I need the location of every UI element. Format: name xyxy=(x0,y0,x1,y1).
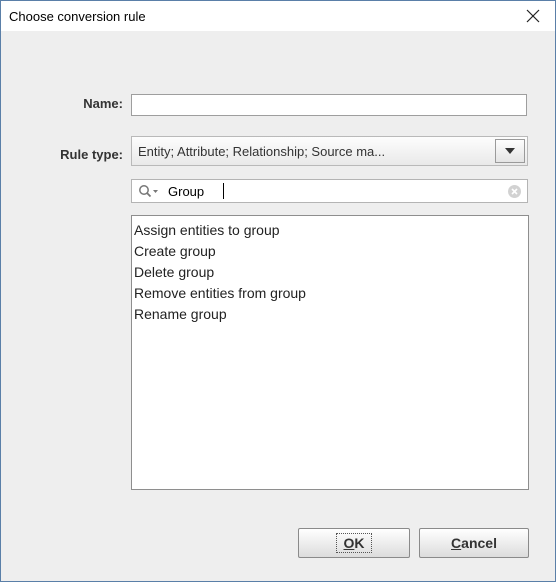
search-icon[interactable] xyxy=(138,184,160,200)
ok-label-rest: K xyxy=(354,535,365,551)
dialog-title: Choose conversion rule xyxy=(9,9,146,24)
ok-button[interactable]: OK xyxy=(298,528,410,558)
title-bar: Choose conversion rule xyxy=(1,1,555,31)
rule-type-value: Entity; Attribute; Relationship; Source … xyxy=(138,144,386,159)
ok-mnemonic: O xyxy=(343,535,355,551)
close-icon xyxy=(526,9,540,23)
search-input[interactable]: Group xyxy=(168,184,204,199)
rule-list[interactable]: Assign entities to group Create group De… xyxy=(131,215,529,490)
cancel-label-rest: ancel xyxy=(461,535,497,551)
choose-conversion-rule-dialog: Choose conversion rule Name: Rule type: … xyxy=(0,0,556,582)
list-item[interactable]: Rename group xyxy=(134,304,227,324)
ok-button-label: OK xyxy=(336,533,372,553)
cancel-button-label: Cancel xyxy=(451,535,497,551)
chevron-down-icon xyxy=(505,148,515,154)
dialog-content: Name: Rule type: Entity; Attribute; Rela… xyxy=(1,31,555,581)
name-input[interactable] xyxy=(131,94,527,116)
list-item[interactable]: Assign entities to group xyxy=(134,220,280,240)
close-button[interactable] xyxy=(511,1,555,31)
rule-type-label: Rule type: xyxy=(60,147,123,162)
cancel-button[interactable]: Cancel xyxy=(419,528,529,558)
clear-icon[interactable] xyxy=(507,184,522,199)
list-item[interactable]: Create group xyxy=(134,241,216,261)
text-caret xyxy=(223,183,224,199)
list-item[interactable]: Remove entities from group xyxy=(134,283,306,303)
list-item[interactable]: Delete group xyxy=(134,262,214,282)
name-label: Name: xyxy=(83,96,123,111)
search-field[interactable]: Group xyxy=(131,179,528,203)
cancel-mnemonic: C xyxy=(451,535,462,551)
rule-type-dropdown-button[interactable] xyxy=(495,139,525,163)
rule-type-dropdown[interactable]: Entity; Attribute; Relationship; Source … xyxy=(131,136,528,166)
